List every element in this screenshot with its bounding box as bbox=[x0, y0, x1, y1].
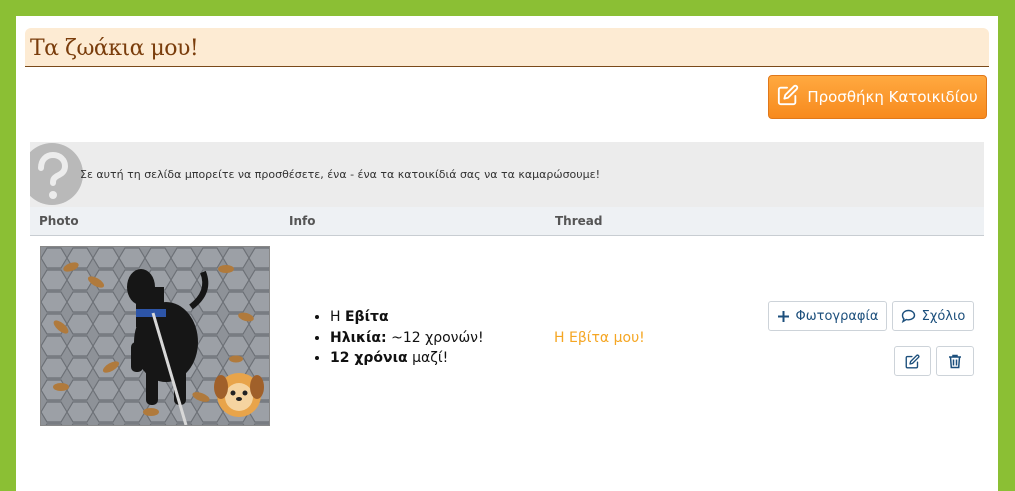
content-panel: Τα ζωάκια μου! Προσθήκη Κατοικιδίου Σε α… bbox=[16, 16, 998, 491]
speech-bubble-icon bbox=[901, 309, 916, 323]
help-text: Σε αυτή τη σελίδα μπορείτε να προσθέσετε… bbox=[80, 168, 600, 181]
help-box: Σε αυτή τη σελίδα μπορείτε να προσθέσετε… bbox=[30, 142, 984, 207]
pet-info: Η Εβίτα Ηλικία: ~12 χρονών! 12 χρόνια μα… bbox=[312, 307, 484, 369]
header-info: Info bbox=[289, 214, 316, 228]
page-title: Τα ζωάκια μου! bbox=[30, 36, 199, 61]
edit-icon bbox=[905, 354, 920, 369]
title-bar: Τα ζωάκια μου! bbox=[25, 28, 989, 67]
info-together: 12 χρόνια μαζί! bbox=[330, 348, 484, 369]
add-photo-button[interactable]: Φωτογραφία bbox=[768, 301, 887, 331]
add-pet-label: Προσθήκη Κατοικιδίου bbox=[807, 88, 978, 106]
table-header: Photo Info Thread bbox=[30, 207, 984, 236]
pet-name: Εβίτα bbox=[344, 309, 389, 325]
plus-icon bbox=[777, 310, 790, 323]
edit-square-icon bbox=[777, 84, 799, 110]
add-pet-button[interactable]: Προσθήκη Κατοικιδίου bbox=[768, 75, 987, 119]
header-thread: Thread bbox=[555, 214, 603, 228]
info-age: Ηλικία: ~12 χρονών! bbox=[330, 328, 484, 349]
trash-icon bbox=[948, 354, 962, 369]
header-photo: Photo bbox=[39, 214, 79, 228]
comment-button[interactable]: Σχόλιο bbox=[892, 301, 974, 331]
edit-pet-button[interactable] bbox=[894, 346, 931, 376]
thread-link[interactable]: Η Εβίτα μου! bbox=[554, 330, 645, 346]
delete-pet-button[interactable] bbox=[936, 346, 974, 376]
info-name: Η Εβίτα bbox=[330, 307, 484, 328]
pet-photo[interactable] bbox=[40, 246, 270, 426]
